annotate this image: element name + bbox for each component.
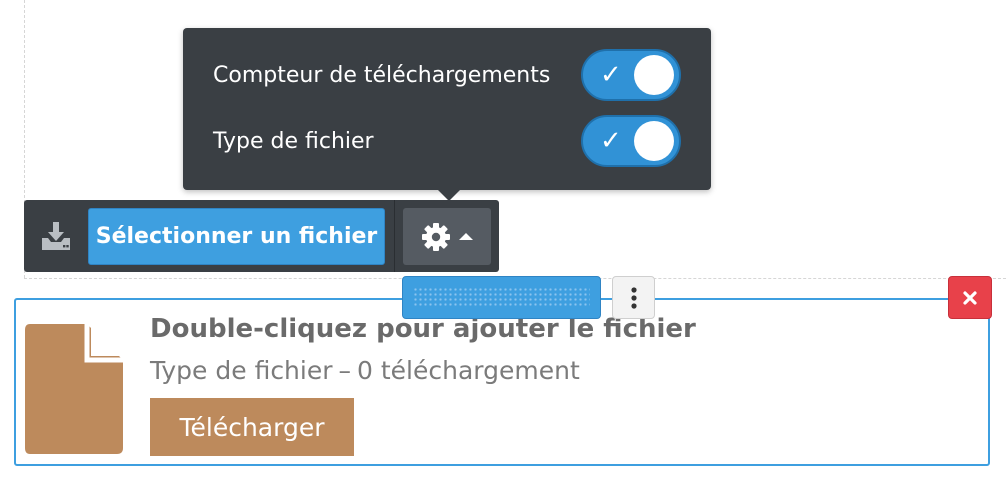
settings-popover: Compteur de téléchargements ✓ Type de fi… xyxy=(183,28,711,190)
file-meta: Type de fichier –0 téléchargement xyxy=(150,356,580,385)
meta-separator: – xyxy=(338,356,352,385)
file-type-label: Type de fichier xyxy=(150,356,333,385)
download-count: 0 téléchargement xyxy=(357,356,580,385)
vertical-ellipsis-icon xyxy=(630,286,637,309)
toggle-knob xyxy=(634,55,674,95)
option-file-type: Type de fichier ✓ xyxy=(213,113,681,169)
file-icon xyxy=(25,324,123,454)
download-tray-icon xyxy=(42,222,70,250)
download-file-button[interactable]: Télécharger xyxy=(150,398,354,456)
option-download-counter: Compteur de téléchargements ✓ xyxy=(213,47,681,103)
check-icon: ✓ xyxy=(600,60,622,90)
toggle-knob xyxy=(634,121,674,161)
file-block-toolbar: Sélectionner un fichier xyxy=(24,200,499,272)
block-more-options-button[interactable] xyxy=(612,276,655,319)
select-file-button[interactable]: Sélectionner un fichier xyxy=(88,208,385,265)
caret-up-icon xyxy=(459,233,473,240)
option-file-type-label: Type de fichier xyxy=(213,128,374,154)
block-drag-handle[interactable] xyxy=(402,276,601,319)
toolbar-divider xyxy=(394,200,395,272)
option-download-counter-label: Compteur de téléchargements xyxy=(213,62,551,88)
drag-handle-icon xyxy=(413,287,590,308)
close-icon xyxy=(963,290,977,305)
remove-block-button[interactable] xyxy=(948,276,992,319)
file-block[interactable]: Double-cliquez pour ajouter le fichier T… xyxy=(14,298,990,466)
gear-icon xyxy=(422,222,450,251)
file-type-toggle[interactable]: ✓ xyxy=(581,115,681,167)
check-icon: ✓ xyxy=(600,126,622,156)
download-counter-toggle[interactable]: ✓ xyxy=(581,49,681,101)
settings-toggle-button[interactable] xyxy=(403,208,491,265)
